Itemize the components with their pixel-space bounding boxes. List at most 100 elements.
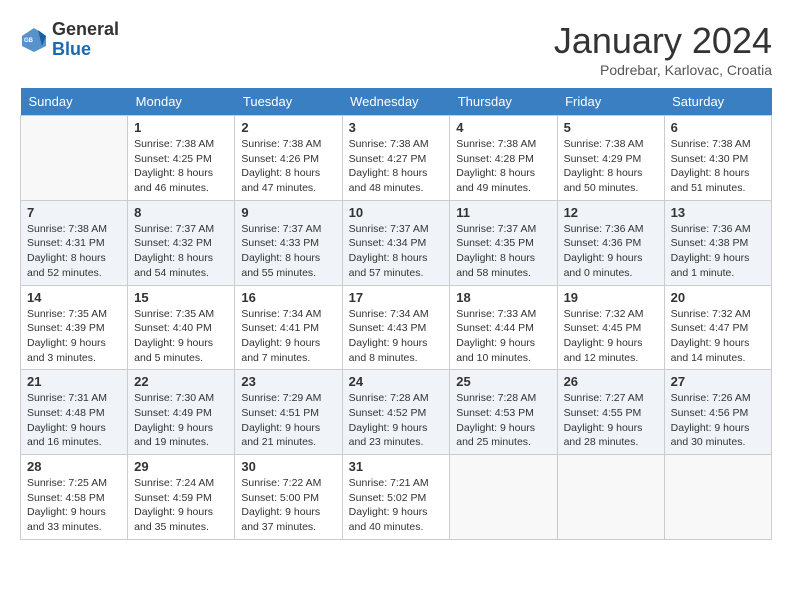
week-row-3: 14Sunrise: 7:35 AMSunset: 4:39 PMDayligh…	[21, 285, 772, 370]
logo-blue-text: Blue	[52, 39, 91, 59]
day-info: Sunrise: 7:34 AMSunset: 4:41 PMDaylight:…	[241, 307, 335, 366]
day-info: Sunrise: 7:38 AMSunset: 4:27 PMDaylight:…	[349, 137, 444, 196]
title-section: January 2024 Podrebar, Karlovac, Croatia	[554, 20, 772, 78]
day-info: Sunrise: 7:36 AMSunset: 4:38 PMDaylight:…	[671, 222, 765, 281]
calendar-cell	[450, 455, 557, 540]
day-number: 5	[564, 120, 658, 135]
calendar-cell: 25 Sunrise: 7:28 AMSunset: 4:53 PMDayligh…	[450, 370, 557, 455]
weekday-header-row: SundayMondayTuesdayWednesdayThursdayFrid…	[21, 88, 772, 116]
calendar-cell: 15 Sunrise: 7:35 AMSunset: 4:40 PMDayligh…	[128, 285, 235, 370]
calendar-cell: 24 Sunrise: 7:28 AMSunset: 4:52 PMDayligh…	[342, 370, 450, 455]
day-number: 31	[349, 459, 444, 474]
day-number: 9	[241, 205, 335, 220]
day-number: 25	[456, 374, 550, 389]
day-info: Sunrise: 7:21 AMSunset: 5:02 PMDaylight:…	[349, 476, 444, 535]
day-number: 18	[456, 290, 550, 305]
calendar-cell: 19 Sunrise: 7:32 AMSunset: 4:45 PMDayligh…	[557, 285, 664, 370]
day-info: Sunrise: 7:35 AMSunset: 4:40 PMDaylight:…	[134, 307, 228, 366]
day-number: 3	[349, 120, 444, 135]
day-info: Sunrise: 7:38 AMSunset: 4:26 PMDaylight:…	[241, 137, 335, 196]
day-number: 8	[134, 205, 228, 220]
logo-icon: GB	[20, 26, 48, 54]
weekday-header-sunday: Sunday	[21, 88, 128, 116]
day-number: 19	[564, 290, 658, 305]
day-info: Sunrise: 7:27 AMSunset: 4:55 PMDaylight:…	[564, 391, 658, 450]
calendar-cell: 5 Sunrise: 7:38 AMSunset: 4:29 PMDaylight…	[557, 116, 664, 201]
week-row-2: 7Sunrise: 7:38 AMSunset: 4:31 PMDaylight…	[21, 200, 772, 285]
calendar-cell: 29 Sunrise: 7:24 AMSunset: 4:59 PMDayligh…	[128, 455, 235, 540]
svg-text:GB: GB	[24, 38, 34, 44]
day-number: 20	[671, 290, 765, 305]
day-info: Sunrise: 7:37 AMSunset: 4:34 PMDaylight:…	[349, 222, 444, 281]
calendar-cell: 30 Sunrise: 7:22 AMSunset: 5:00 PMDayligh…	[235, 455, 342, 540]
weekday-header-saturday: Saturday	[664, 88, 771, 116]
day-number: 15	[134, 290, 228, 305]
calendar-cell: 6 Sunrise: 7:38 AMSunset: 4:30 PMDaylight…	[664, 116, 771, 201]
day-number: 28	[27, 459, 121, 474]
calendar-cell: 14Sunrise: 7:35 AMSunset: 4:39 PMDayligh…	[21, 285, 128, 370]
day-info: Sunrise: 7:37 AMSunset: 4:35 PMDaylight:…	[456, 222, 550, 281]
calendar-cell: 11Sunrise: 7:37 AMSunset: 4:35 PMDayligh…	[450, 200, 557, 285]
day-info: Sunrise: 7:38 AMSunset: 4:29 PMDaylight:…	[564, 137, 658, 196]
day-number: 29	[134, 459, 228, 474]
calendar-cell: 13 Sunrise: 7:36 AMSunset: 4:38 PMDayligh…	[664, 200, 771, 285]
week-row-5: 28 Sunrise: 7:25 AMSunset: 4:58 PMDayligh…	[21, 455, 772, 540]
calendar-cell: 17 Sunrise: 7:34 AMSunset: 4:43 PMDayligh…	[342, 285, 450, 370]
weekday-header-tuesday: Tuesday	[235, 88, 342, 116]
calendar-cell	[664, 455, 771, 540]
calendar-cell: 7Sunrise: 7:38 AMSunset: 4:31 PMDaylight…	[21, 200, 128, 285]
day-number: 13	[671, 205, 765, 220]
calendar-cell: 26 Sunrise: 7:27 AMSunset: 4:55 PMDayligh…	[557, 370, 664, 455]
day-info: Sunrise: 7:34 AMSunset: 4:43 PMDaylight:…	[349, 307, 444, 366]
calendar-cell: 27Sunrise: 7:26 AMSunset: 4:56 PMDayligh…	[664, 370, 771, 455]
day-info: Sunrise: 7:32 AMSunset: 4:47 PMDaylight:…	[671, 307, 765, 366]
day-info: Sunrise: 7:22 AMSunset: 5:00 PMDaylight:…	[241, 476, 335, 535]
day-info: Sunrise: 7:32 AMSunset: 4:45 PMDaylight:…	[564, 307, 658, 366]
calendar-cell: 9Sunrise: 7:37 AMSunset: 4:33 PMDaylight…	[235, 200, 342, 285]
day-number: 12	[564, 205, 658, 220]
calendar-cell: 18Sunrise: 7:33 AMSunset: 4:44 PMDayligh…	[450, 285, 557, 370]
calendar-cell: 20 Sunrise: 7:32 AMSunset: 4:47 PMDayligh…	[664, 285, 771, 370]
day-number: 30	[241, 459, 335, 474]
day-info: Sunrise: 7:37 AMSunset: 4:32 PMDaylight:…	[134, 222, 228, 281]
calendar-cell: 28 Sunrise: 7:25 AMSunset: 4:58 PMDayligh…	[21, 455, 128, 540]
day-info: Sunrise: 7:25 AMSunset: 4:58 PMDaylight:…	[27, 476, 121, 535]
day-number: 2	[241, 120, 335, 135]
day-info: Sunrise: 7:31 AMSunset: 4:48 PMDaylight:…	[27, 391, 121, 450]
day-number: 1	[134, 120, 228, 135]
day-number: 21	[27, 374, 121, 389]
calendar-cell: 2 Sunrise: 7:38 AMSunset: 4:26 PMDaylight…	[235, 116, 342, 201]
day-number: 17	[349, 290, 444, 305]
week-row-4: 21 Sunrise: 7:31 AMSunset: 4:48 PMDayligh…	[21, 370, 772, 455]
calendar-cell: 3 Sunrise: 7:38 AMSunset: 4:27 PMDaylight…	[342, 116, 450, 201]
day-info: Sunrise: 7:24 AMSunset: 4:59 PMDaylight:…	[134, 476, 228, 535]
day-number: 22	[134, 374, 228, 389]
day-info: Sunrise: 7:28 AMSunset: 4:53 PMDaylight:…	[456, 391, 550, 450]
day-info: Sunrise: 7:38 AMSunset: 4:28 PMDaylight:…	[456, 137, 550, 196]
day-info: Sunrise: 7:38 AMSunset: 4:30 PMDaylight:…	[671, 137, 765, 196]
weekday-header-thursday: Thursday	[450, 88, 557, 116]
calendar-cell: 12 Sunrise: 7:36 AMSunset: 4:36 PMDayligh…	[557, 200, 664, 285]
day-info: Sunrise: 7:29 AMSunset: 4:51 PMDaylight:…	[241, 391, 335, 450]
day-number: 6	[671, 120, 765, 135]
month-title: January 2024	[554, 20, 772, 62]
week-row-1: 1Sunrise: 7:38 AMSunset: 4:25 PMDaylight…	[21, 116, 772, 201]
day-info: Sunrise: 7:36 AMSunset: 4:36 PMDaylight:…	[564, 222, 658, 281]
calendar-cell: 22 Sunrise: 7:30 AMSunset: 4:49 PMDayligh…	[128, 370, 235, 455]
calendar-cell: 8 Sunrise: 7:37 AMSunset: 4:32 PMDaylight…	[128, 200, 235, 285]
calendar-table: SundayMondayTuesdayWednesdayThursdayFrid…	[20, 88, 772, 540]
day-number: 23	[241, 374, 335, 389]
day-number: 24	[349, 374, 444, 389]
day-number: 7	[27, 205, 121, 220]
day-info: Sunrise: 7:30 AMSunset: 4:49 PMDaylight:…	[134, 391, 228, 450]
calendar-cell: 4Sunrise: 7:38 AMSunset: 4:28 PMDaylight…	[450, 116, 557, 201]
day-number: 26	[564, 374, 658, 389]
day-number: 16	[241, 290, 335, 305]
day-info: Sunrise: 7:26 AMSunset: 4:56 PMDaylight:…	[671, 391, 765, 450]
day-info: Sunrise: 7:28 AMSunset: 4:52 PMDaylight:…	[349, 391, 444, 450]
day-number: 14	[27, 290, 121, 305]
calendar-cell: 16 Sunrise: 7:34 AMSunset: 4:41 PMDayligh…	[235, 285, 342, 370]
calendar-cell	[557, 455, 664, 540]
day-number: 10	[349, 205, 444, 220]
location-text: Podrebar, Karlovac, Croatia	[554, 62, 772, 78]
